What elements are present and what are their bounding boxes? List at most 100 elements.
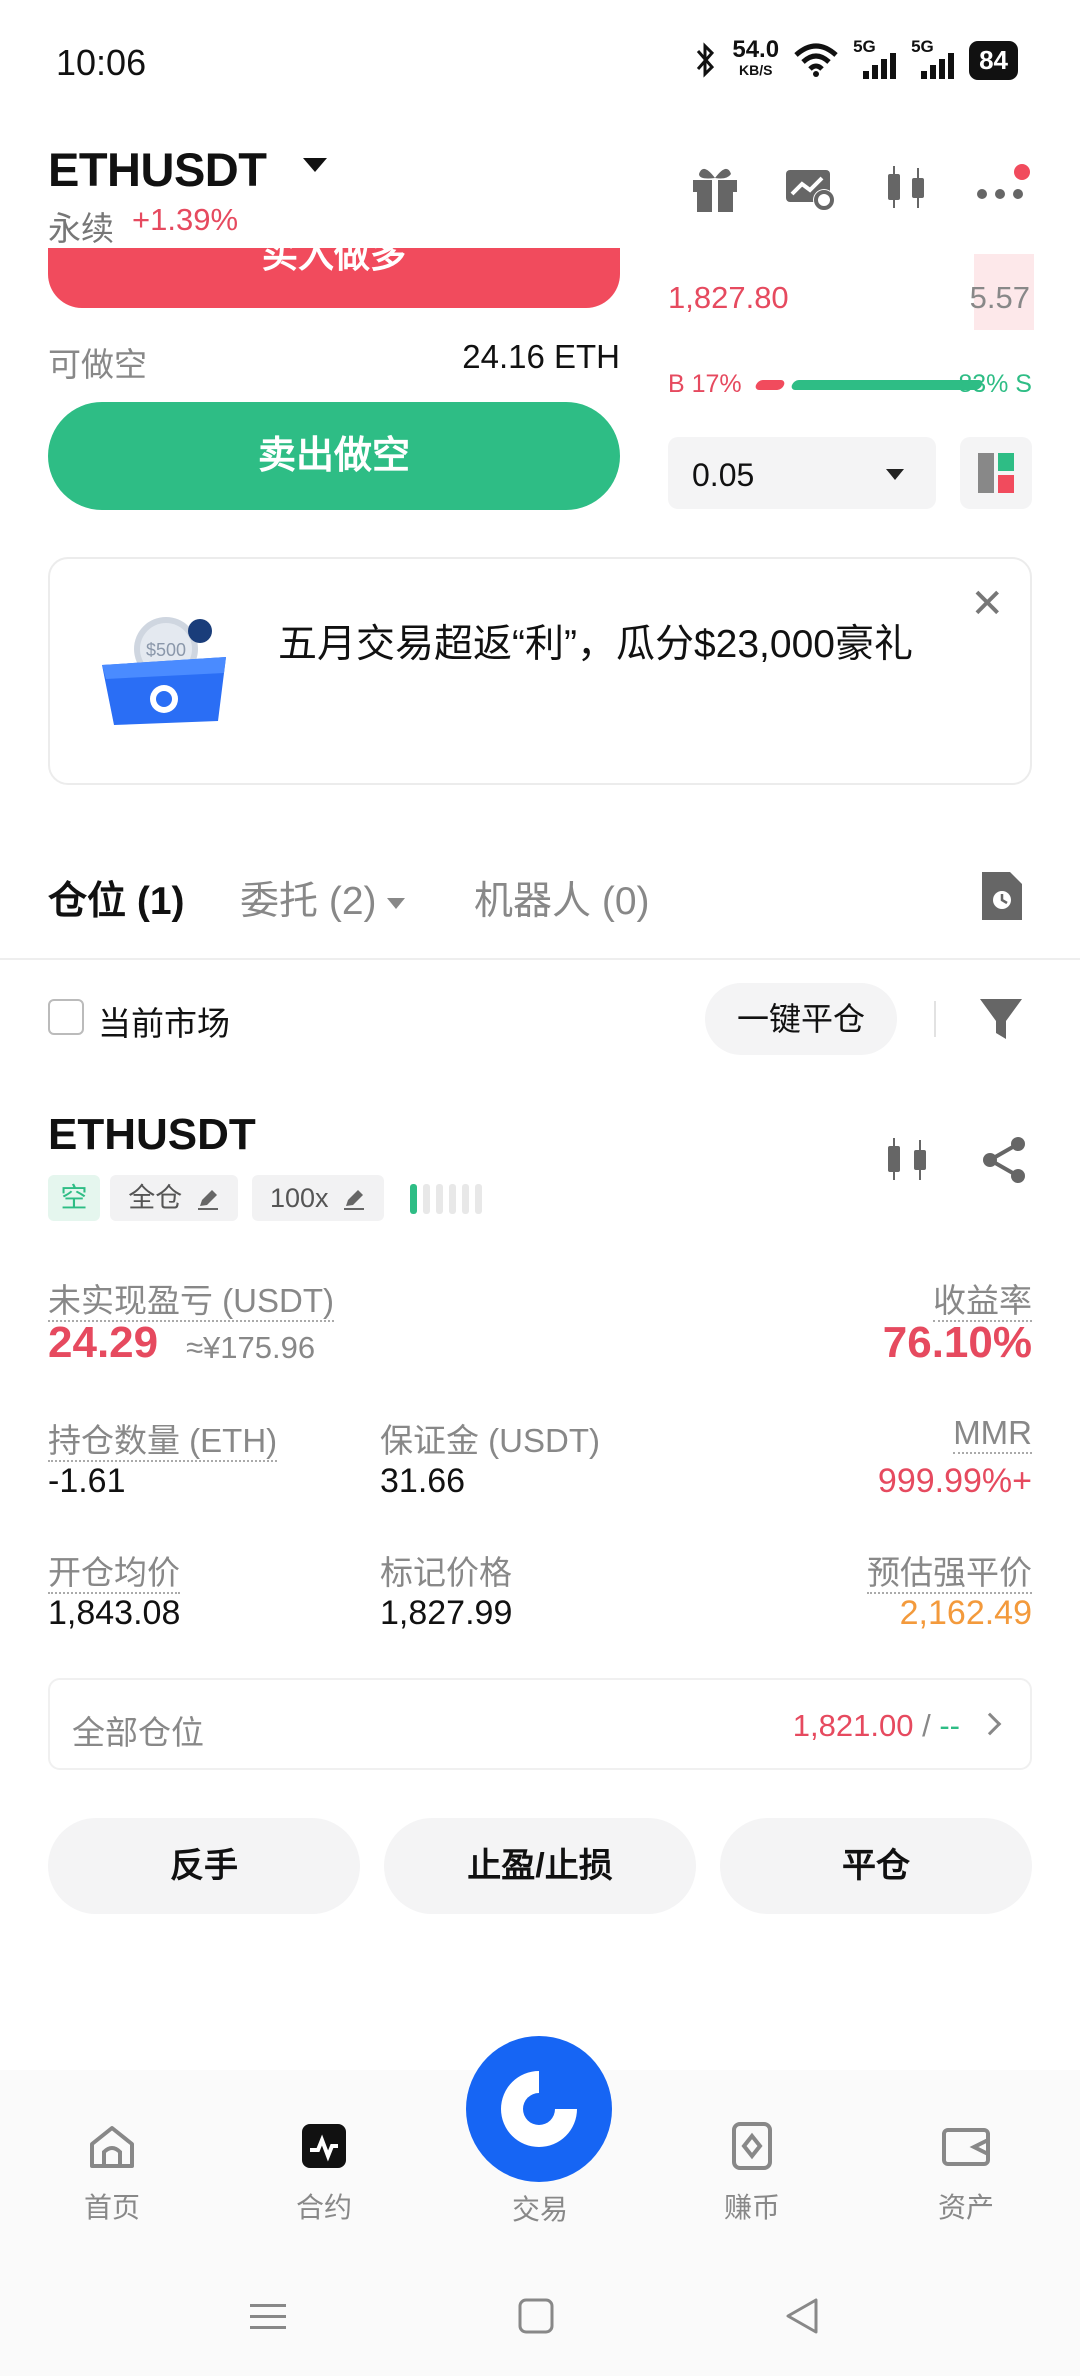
margin-value: 31.66	[380, 1462, 466, 1500]
signal-5g-1: 5G	[853, 37, 897, 79]
all-positions-label: 全部仓位	[72, 1714, 204, 1751]
sell-ratio: 83% S	[958, 370, 1032, 398]
entry-price-label: 开仓均价	[48, 1546, 180, 1594]
status-icons: 54.0 KB/S 5G 5G 84	[694, 36, 1018, 80]
buy-sell-ratio: B 17% 83% S	[668, 370, 1032, 400]
edit-icon	[197, 1189, 218, 1210]
share-icon[interactable]	[976, 1132, 1032, 1188]
dropdown-arrow-icon	[886, 469, 904, 480]
earn-icon	[732, 2122, 772, 2170]
side-badge: 空	[48, 1175, 100, 1221]
current-market-label[interactable]: 当前市场	[98, 997, 230, 1045]
symbol-selector[interactable]: ETHUSDT	[48, 142, 267, 197]
buy-ratio: B 17%	[668, 370, 742, 398]
status-bar: 10:06 54.0 KB/S 5G 5G 84	[0, 0, 1080, 130]
chevron-right-icon	[978, 1712, 1002, 1736]
signal-5g-2: 5G	[911, 37, 955, 79]
chart-settings-icon[interactable]	[780, 158, 840, 218]
orderbook-layout-button[interactable]	[960, 437, 1032, 509]
size-label: 持仓数量 (ETH)	[48, 1414, 278, 1462]
filter-icon[interactable]	[976, 993, 1026, 1045]
edit-icon	[344, 1189, 365, 1210]
nav-earn[interactable]: 赚币	[682, 2120, 822, 2226]
divider	[934, 1001, 936, 1037]
promo-treasure-icon: $500	[102, 617, 226, 725]
precision-select[interactable]: 0.05	[668, 437, 936, 509]
candlestick-icon[interactable]	[876, 158, 936, 218]
signal-icon	[863, 53, 897, 79]
reverse-button[interactable]: 反手	[48, 1818, 360, 1914]
short-available-label: 可做空	[48, 346, 147, 383]
roe-label: 收益率	[933, 1274, 1032, 1322]
futures-icon	[302, 2124, 346, 2168]
margin-label: 保证金 (USDT)	[380, 1422, 600, 1459]
gift-icon[interactable]	[685, 158, 745, 218]
battery-icon: 84	[969, 40, 1018, 80]
chevron-down-icon[interactable]	[303, 158, 327, 172]
bluetooth-icon	[697, 42, 715, 78]
close-icon[interactable]: ✕	[970, 581, 1004, 627]
mark-price-value: 1,827.99	[380, 1594, 513, 1632]
unrealized-pnl-value: 24.29	[48, 1318, 159, 1367]
liq-price-value: 2,162.49	[899, 1594, 1032, 1632]
promo-text: 五月交易超返“利”，瓜分$23,000豪礼	[278, 623, 913, 666]
liq-price-label: 预估强平价	[867, 1546, 1032, 1594]
trade-logo-icon	[501, 2071, 577, 2147]
menu-icon[interactable]	[248, 2296, 288, 2336]
orderbook-qty: 5.57	[969, 280, 1030, 315]
mmr-value: 999.99%+	[877, 1462, 1032, 1500]
sell-short-button[interactable]: 卖出做空	[48, 402, 620, 510]
position-symbol[interactable]: ETHUSDT	[48, 1110, 256, 1160]
sell-ratio-bar	[790, 380, 984, 390]
signal-icon	[921, 53, 955, 79]
nav-futures[interactable]: 合约	[254, 2120, 394, 2226]
unrealized-pnl-cny: ≈¥175.96	[186, 1330, 316, 1365]
tab-positions[interactable]: 仓位 (1)	[48, 870, 185, 926]
wallet-icon	[942, 2128, 990, 2166]
leverage-badge[interactable]: 100x	[252, 1175, 384, 1221]
system-nav-bar	[0, 2270, 1080, 2376]
entry-price-value: 1,843.08	[48, 1594, 181, 1632]
trade-fab-button[interactable]	[466, 2036, 612, 2182]
tab-orders[interactable]: 委托 (2)	[240, 870, 405, 926]
candlestick-icon[interactable]	[880, 1132, 936, 1188]
buy-ratio-bar	[754, 380, 786, 390]
size-value: -1.61	[48, 1462, 126, 1500]
home-square-icon[interactable]	[516, 2296, 556, 2336]
filter-row: 当前市场 一键平仓	[0, 975, 1080, 1061]
unrealized-pnl-label: 未实现盈亏 (USDT)	[48, 1274, 334, 1322]
layout-icon	[978, 453, 1014, 493]
roe-value: 76.10%	[882, 1318, 1032, 1367]
buy-long-button[interactable]: 买入做多	[48, 248, 620, 308]
history-doc-icon[interactable]	[980, 870, 1024, 922]
tab-bots[interactable]: 机器人 (0)	[474, 870, 650, 926]
all-positions-row[interactable]: 全部仓位 1,821.00 / --	[48, 1678, 1032, 1770]
mmr-label: MMR	[953, 1414, 1032, 1454]
chevron-down-icon	[386, 898, 405, 910]
position-tabs: 仓位 (1) 委托 (2) 机器人 (0)	[0, 860, 1080, 960]
perpetual-label: 永续	[48, 210, 114, 247]
nav-home[interactable]: 首页	[42, 2120, 182, 2226]
all-positions-value: 1,821.00 / --	[792, 1708, 960, 1743]
price-change: +1.39%	[132, 202, 239, 237]
close-all-button[interactable]: 一键平仓	[705, 983, 897, 1055]
margin-mode-badge[interactable]: 全仓	[110, 1175, 238, 1221]
nav-trade-label: 交易	[511, 2194, 568, 2225]
current-market-checkbox[interactable]	[48, 999, 84, 1035]
home-icon	[90, 2126, 134, 2168]
short-available-value: 24.16 ETH	[462, 338, 620, 375]
nav-assets[interactable]: 资产	[896, 2120, 1036, 2226]
net-speed: 54.0 KB/S	[732, 36, 780, 79]
orderbook-price[interactable]: 1,827.80	[668, 280, 789, 316]
tpsl-button[interactable]: 止盈/止损	[384, 1818, 696, 1914]
coin-text: $500	[146, 640, 186, 660]
status-time: 10:06	[56, 42, 147, 83]
more-icon[interactable]	[972, 158, 1032, 218]
mark-price-label: 标记价格	[380, 1554, 512, 1591]
wifi-icon	[794, 43, 838, 77]
risk-level-indicator	[410, 1184, 482, 1214]
close-position-button[interactable]: 平仓	[720, 1818, 1032, 1914]
back-icon[interactable]	[782, 2296, 822, 2336]
promo-banner[interactable]: $500 五月交易超返“利”，瓜分$23,000豪礼 ✕	[48, 557, 1032, 785]
header: ETHUSDT 永续 +1.39%	[0, 130, 1080, 250]
